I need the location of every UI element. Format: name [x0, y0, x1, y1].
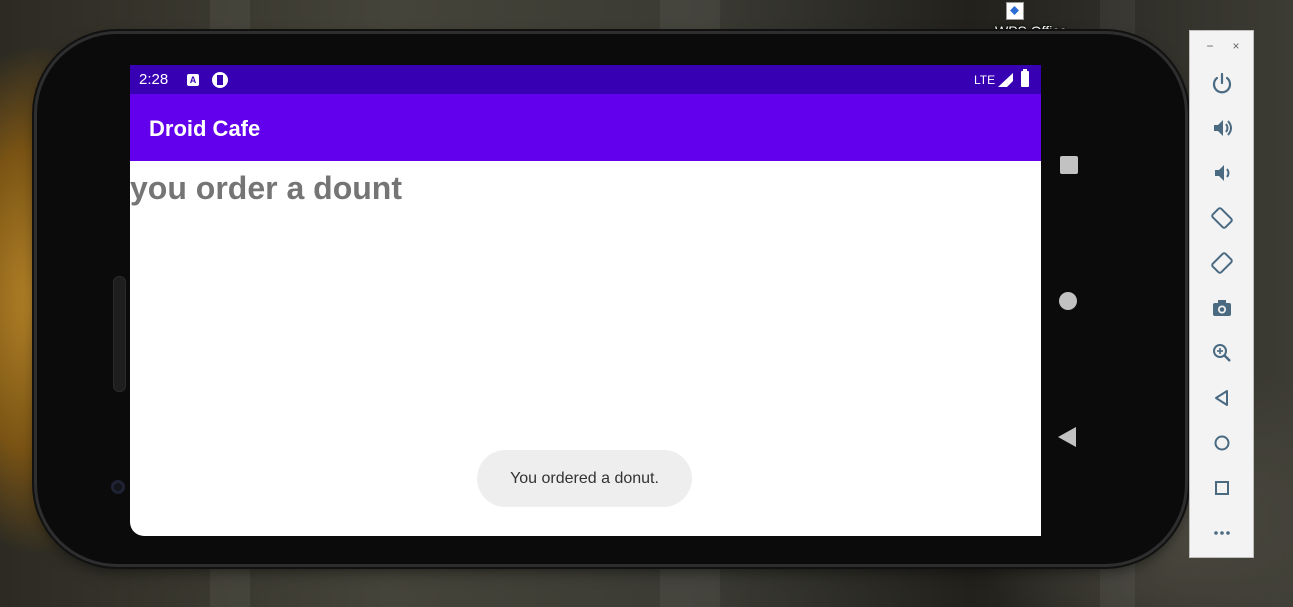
home-button[interactable] — [1206, 427, 1238, 459]
more-button[interactable] — [1206, 517, 1238, 549]
rotate-left-button[interactable] — [1206, 202, 1238, 234]
volume-up-button[interactable] — [1206, 112, 1238, 144]
rotate-right-button[interactable] — [1206, 247, 1238, 279]
status-time: 2:28 — [139, 71, 169, 88]
status-bar: 2:28 A LTE — [130, 65, 1041, 94]
zoom-button[interactable] — [1206, 337, 1238, 369]
emulator-toolbar: − × — [1189, 30, 1254, 558]
more-icon — [1214, 531, 1230, 535]
phone-speaker — [113, 276, 126, 392]
nav-home-button[interactable] — [1059, 292, 1077, 310]
overview-icon — [1215, 481, 1229, 495]
rotate-right-icon — [1211, 252, 1233, 274]
battery-icon — [1021, 69, 1029, 87]
power-icon — [1212, 72, 1232, 94]
screenshot-button[interactable] — [1206, 292, 1238, 324]
nav-back-button[interactable] — [1058, 427, 1076, 447]
nav-overview-button[interactable] — [1060, 156, 1078, 174]
notification-app-icon — [212, 72, 228, 88]
notification-a-icon: A — [187, 74, 199, 86]
back-icon — [1215, 390, 1228, 406]
signal-icon — [998, 73, 1013, 87]
zoom-icon — [1213, 344, 1231, 362]
home-icon — [1214, 435, 1230, 451]
rotate-left-icon — [1211, 207, 1233, 229]
front-camera — [111, 480, 125, 494]
wps-office-shortcut-icon — [1006, 2, 1024, 20]
camera-icon — [1213, 300, 1231, 316]
order-message: you order a dount — [130, 170, 402, 206]
volume-down-button[interactable] — [1206, 157, 1238, 189]
device-screen[interactable]: 2:28 A LTE Droid Cafe you order a dount … — [130, 65, 1041, 536]
app-bar: Droid Cafe — [130, 94, 1041, 161]
overview-button[interactable] — [1206, 472, 1238, 504]
close-button[interactable]: × — [1228, 39, 1244, 53]
volume-up-icon — [1214, 120, 1232, 136]
network-type: LTE — [974, 73, 996, 87]
minimize-button[interactable]: − — [1202, 39, 1218, 53]
volume-down-icon — [1215, 165, 1230, 181]
back-button[interactable] — [1206, 382, 1238, 414]
power-button[interactable] — [1206, 67, 1238, 99]
app-title: Droid Cafe — [149, 116, 261, 141]
toast-message: You ordered a donut. — [477, 450, 692, 507]
